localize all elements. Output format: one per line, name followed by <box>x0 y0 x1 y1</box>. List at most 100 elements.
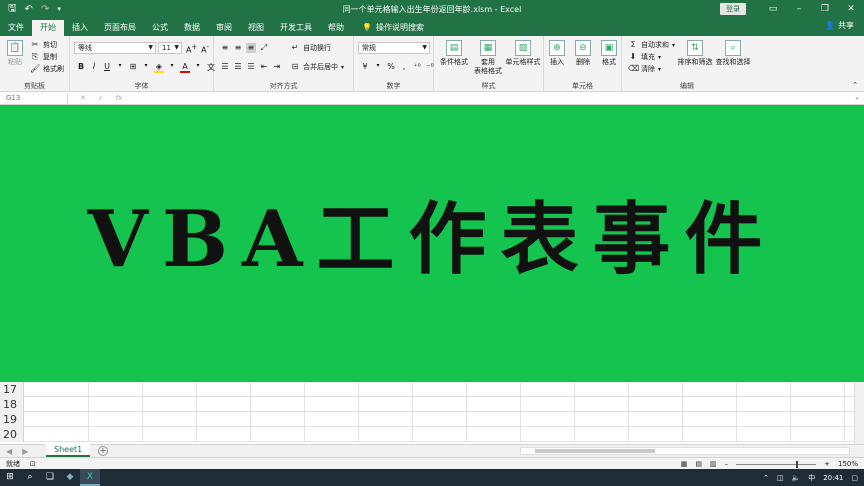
expand-formula-icon[interactable]: ⌄ <box>854 93 860 101</box>
decrease-font-icon[interactable]: A- <box>200 43 210 55</box>
format-cells-button[interactable]: ▣ 格式 <box>596 40 622 67</box>
customize-qat-icon[interactable]: ▾ <box>57 5 61 13</box>
next-sheet-icon[interactable]: ▶ <box>22 446 28 457</box>
conditional-format-button[interactable]: ▤ 条件格式 <box>436 40 472 67</box>
merge-center-button[interactable]: ⊟ 合并后居中 ▾ <box>290 62 344 72</box>
normal-view-icon[interactable]: ▦ <box>681 459 688 469</box>
tab-help[interactable]: 帮助 <box>320 20 352 36</box>
autosum-button[interactable]: Σ 自动求和 ▾ <box>628 40 675 50</box>
chevron-down-icon[interactable]: ▾ <box>141 62 151 73</box>
font-size-combo[interactable]: 11 ▼ <box>158 42 182 54</box>
cancel-icon[interactable]: ✕ <box>80 93 86 104</box>
name-box[interactable]: G13 <box>2 93 68 104</box>
clear-button[interactable]: ⌫ 清除 ▾ <box>628 64 661 74</box>
increase-indent-icon[interactable]: ⇥ <box>272 62 282 71</box>
delete-cells-button[interactable]: ⊖ 删除 <box>570 40 596 67</box>
notification-icon[interactable]: ▢ <box>851 474 858 482</box>
wrap-text-button[interactable]: ↵ 自动换行 <box>290 43 331 53</box>
underline-icon[interactable]: U <box>102 62 112 73</box>
italic-icon[interactable]: I <box>89 62 99 73</box>
percent-icon[interactable]: % <box>386 62 396 71</box>
decrease-indent-icon[interactable]: ⇤ <box>259 62 269 71</box>
tab-review[interactable]: 审阅 <box>208 20 240 36</box>
row-cells[interactable] <box>24 382 854 397</box>
collapse-ribbon-icon[interactable]: ⌃ <box>852 81 858 89</box>
borders-icon[interactable]: ⊞ <box>128 62 138 73</box>
clock[interactable]: 20:41 <box>823 474 843 482</box>
paste-button[interactable]: 📋 粘贴 <box>2 40 28 67</box>
row-cells[interactable] <box>24 397 854 412</box>
tray-chevron-icon[interactable]: ⌃ <box>763 474 769 482</box>
minimize-icon[interactable]: – <box>786 4 812 14</box>
ribbon-display-icon[interactable]: ▭ <box>760 4 786 14</box>
zoom-thumb[interactable] <box>796 460 799 468</box>
zoom-in-icon[interactable]: + <box>824 459 830 469</box>
row-header[interactable]: 18 <box>0 397 24 412</box>
prev-sheet-icon[interactable]: ◀ <box>6 446 12 457</box>
row-header[interactable]: 19 <box>0 412 24 427</box>
windows-start-icon[interactable]: ⊞ <box>0 469 20 486</box>
tab-insert[interactable]: 插入 <box>64 20 96 36</box>
sort-filter-button[interactable]: ⇅ 排序和筛选 <box>676 40 714 67</box>
horizontal-scrollbar[interactable] <box>520 447 850 455</box>
chevron-down-icon[interactable]: ▾ <box>115 62 125 73</box>
zoom-out-icon[interactable]: – <box>725 459 729 469</box>
cell-styles-button[interactable]: ▨ 单元格样式 <box>504 40 542 67</box>
row-cells[interactable] <box>24 412 854 427</box>
save-icon[interactable]: 🖫 <box>8 1 17 18</box>
tab-data[interactable]: 数据 <box>176 20 208 36</box>
tab-developer[interactable]: 开发工具 <box>272 20 320 36</box>
insert-cells-button[interactable]: ⊕ 插入 <box>544 40 570 67</box>
align-left-icon[interactable]: ☰ <box>220 62 230 71</box>
zoom-level[interactable]: 150% <box>838 459 858 469</box>
tell-me-search[interactable]: 💡 操作说明搜索 <box>352 20 424 36</box>
scroll-thumb[interactable] <box>535 449 655 453</box>
fx-icon[interactable]: fx <box>116 93 123 104</box>
undo-icon[interactable]: ↶ <box>25 4 33 15</box>
zoom-slider[interactable] <box>736 460 817 468</box>
share-button[interactable]: 👤 共享 <box>825 20 854 31</box>
chevron-down-icon[interactable]: ▾ <box>193 62 203 73</box>
format-painter-button[interactable]: 🖌 格式刷 <box>30 64 64 74</box>
copy-button[interactable]: ⎘ 复制 <box>30 52 57 62</box>
row-header[interactable]: 20 <box>0 427 24 442</box>
sheet-tab-sheet1[interactable]: Sheet1 <box>46 444 91 457</box>
enter-icon[interactable]: ✓ <box>98 93 104 104</box>
align-bottom-icon[interactable]: ≡ <box>246 43 256 53</box>
format-as-table-button[interactable]: ▦ 套用 表格格式 <box>470 40 506 76</box>
font-color-icon[interactable]: A <box>180 62 190 73</box>
fill-button[interactable]: ⬇ 填充 ▾ <box>628 52 661 62</box>
close-icon[interactable]: ✕ <box>838 4 864 14</box>
align-top-icon[interactable]: ≡ <box>220 43 230 53</box>
tab-home[interactable]: 开始 <box>32 20 64 36</box>
app-icon[interactable]: ◆ <box>60 469 80 486</box>
task-view-icon[interactable]: ❏ <box>40 469 60 486</box>
volume-icon[interactable]: 🔈 <box>791 474 800 482</box>
tab-page-layout[interactable]: 页面布局 <box>96 20 144 36</box>
align-middle-icon[interactable]: ≡ <box>233 43 243 53</box>
restore-icon[interactable]: ❐ <box>812 4 838 14</box>
find-select-button[interactable]: ⌕ 查找和选择 <box>714 40 752 67</box>
login-button[interactable]: 登录 <box>720 3 746 15</box>
row-cells[interactable] <box>24 427 854 442</box>
page-break-view-icon[interactable]: ▥ <box>710 459 717 469</box>
vertical-scrollbar[interactable] <box>854 382 864 444</box>
font-name-combo[interactable]: 等线 ▼ <box>74 42 156 54</box>
excel-app-icon[interactable]: X <box>80 469 100 486</box>
row-header[interactable]: 17 <box>0 382 24 397</box>
macro-record-icon[interactable]: ⊡ <box>30 459 36 469</box>
worksheet-grid[interactable]: 17 18 19 20 <box>0 382 864 444</box>
cut-button[interactable]: ✂ 剪切 <box>30 40 57 50</box>
chevron-down-icon[interactable]: ▾ <box>167 62 177 73</box>
align-right-icon[interactable]: ☰ <box>246 62 256 71</box>
tab-formulas[interactable]: 公式 <box>144 20 176 36</box>
tab-view[interactable]: 视图 <box>240 20 272 36</box>
increase-font-icon[interactable]: A+ <box>186 43 197 55</box>
chevron-down-icon[interactable]: ▾ <box>373 62 383 71</box>
tab-file[interactable]: 文件 <box>0 20 32 36</box>
search-icon[interactable]: ⌕ <box>20 469 40 486</box>
comma-icon[interactable]: , <box>399 62 409 71</box>
network-icon[interactable]: ◫ <box>777 474 784 482</box>
currency-icon[interactable]: ¥ <box>360 62 370 71</box>
page-layout-view-icon[interactable]: ▤ <box>695 459 702 469</box>
